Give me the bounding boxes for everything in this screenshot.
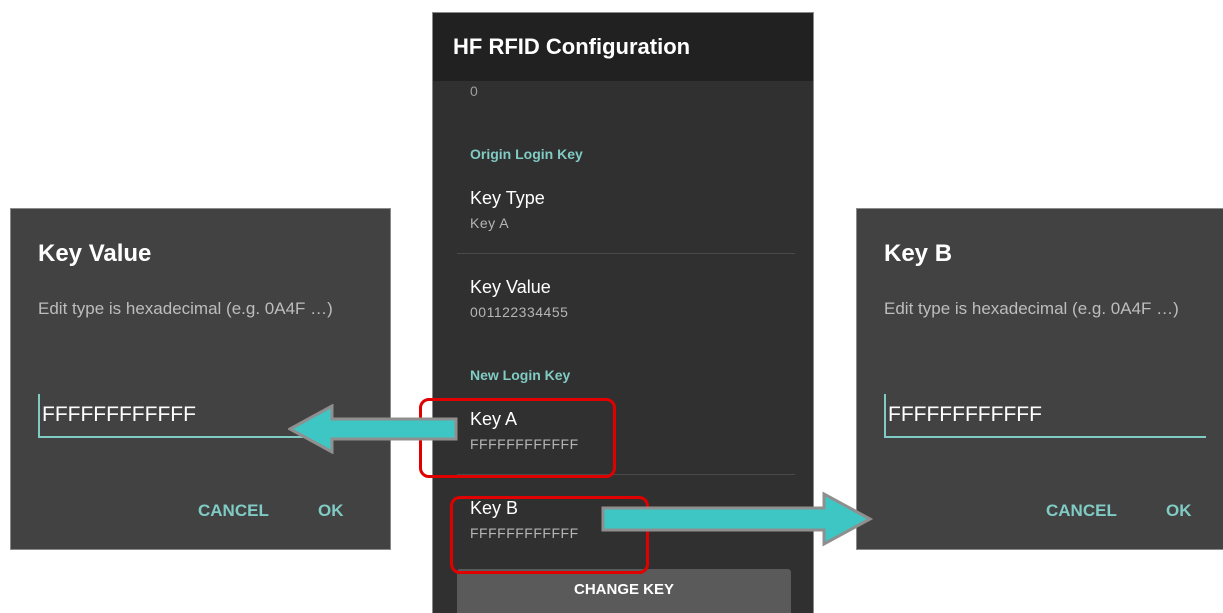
divider xyxy=(457,253,795,254)
dialog-title: Key Value xyxy=(38,240,152,267)
change-key-button[interactable]: CHANGE KEY xyxy=(457,569,791,613)
pref-key-type-summary: Key A xyxy=(470,215,510,231)
pref-key-value-title: Key Value xyxy=(470,277,551,297)
dialog-message: Edit type is hexadecimal (e.g. 0A4F …) xyxy=(38,299,333,318)
key-b-dialog: Key B Edit type is hexadecimal (e.g. 0A4… xyxy=(856,208,1223,550)
section-header-new-login-key: New Login Key xyxy=(470,367,571,383)
key-value-dialog: Key Value Edit type is hexadecimal (e.g.… xyxy=(10,208,391,550)
partial-preference-value: 0 xyxy=(470,83,478,99)
arrow-right-icon xyxy=(601,491,874,547)
cancel-button[interactable]: CANCEL xyxy=(198,501,269,521)
pref-key-type-title: Key Type xyxy=(470,188,545,208)
app-bar: HF RFID Configuration xyxy=(433,13,813,81)
arrow-left-icon xyxy=(288,404,458,454)
app-title: HF RFID Configuration xyxy=(453,34,691,59)
key-b-input[interactable] xyxy=(884,394,1206,438)
ok-button[interactable]: OK xyxy=(318,501,344,521)
cancel-button[interactable]: CANCEL xyxy=(1046,501,1117,521)
dialog-title: Key B xyxy=(884,240,953,267)
pref-key-value-summary: 001122334455 xyxy=(470,304,569,320)
dialog-message: Edit type is hexadecimal (e.g. 0A4F …) xyxy=(884,299,1179,318)
section-header-origin-login-key: Origin Login Key xyxy=(470,146,583,162)
ok-button[interactable]: OK xyxy=(1166,501,1192,521)
